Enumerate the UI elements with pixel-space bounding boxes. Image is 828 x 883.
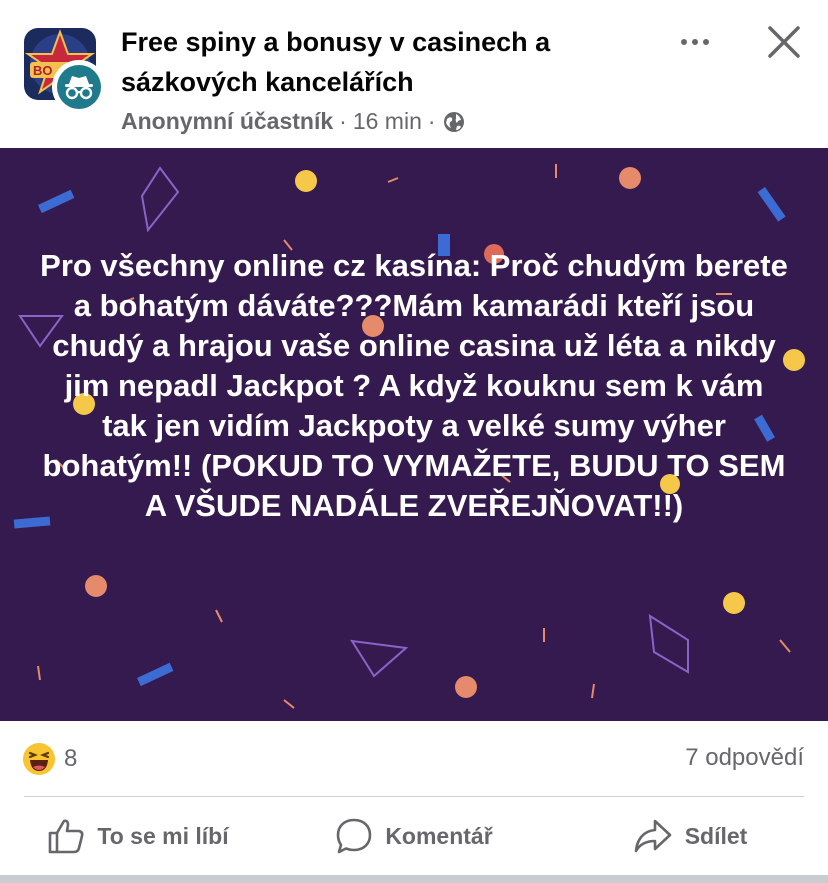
post-stats: 8 7 odpovědí: [0, 722, 828, 796]
globe-icon: [443, 111, 464, 132]
more-options-button[interactable]: [673, 22, 717, 62]
more-dot: [692, 39, 698, 45]
comment-bubble-icon: [337, 818, 372, 854]
group-name[interactable]: Free spiny a bonusy v casinech a sázkový…: [121, 22, 641, 102]
bottom-separator: [0, 875, 828, 883]
meta-separator: ·: [339, 108, 347, 134]
post-meta: Anonymní účastník · 16 min ·: [121, 108, 466, 135]
post-actions: To se mi líbí Komentář Sdílet: [0, 797, 828, 875]
share-label: Sdílet: [684, 822, 748, 849]
close-icon: [768, 26, 800, 58]
meta-separator-2: ·: [427, 108, 436, 134]
more-dots-icon: [681, 39, 687, 45]
comment-button[interactable]: Komentář: [276, 797, 552, 875]
like-button[interactable]: To se mi líbí: [0, 797, 276, 875]
close-button[interactable]: [760, 18, 808, 66]
replies-count[interactable]: 7 odpovědí: [685, 744, 804, 772]
reaction-count: 8: [64, 745, 78, 772]
more-dot: [703, 39, 709, 45]
haha-reaction-icon: [23, 743, 55, 775]
anonymous-badge: [52, 60, 106, 114]
svg-text:BO: BO: [33, 63, 53, 78]
author-name[interactable]: Anonymní účastník: [121, 108, 333, 135]
reaction-summary[interactable]: 8: [22, 742, 77, 776]
comment-label: Komentář: [385, 822, 493, 849]
share-button[interactable]: Sdílet: [552, 797, 828, 875]
post-header: BO Free spiny a bonusy v casinech a sázk…: [0, 0, 828, 148]
post-background: Pro všechny online cz kasína: Proč chudý…: [0, 148, 828, 721]
post-time[interactable]: 16 min: [353, 108, 422, 135]
thumbs-up-icon: [49, 819, 84, 854]
like-label: To se mi líbí: [97, 822, 229, 849]
anonymous-incognito-icon: [65, 76, 93, 100]
post-text: Pro všechny online cz kasína: Proč chudý…: [40, 248, 788, 523]
share-arrow-icon: [634, 819, 671, 853]
